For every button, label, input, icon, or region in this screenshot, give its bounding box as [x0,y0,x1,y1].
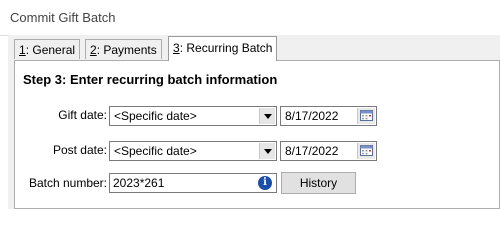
gift-date-select[interactable]: <Specific date> [109,106,277,126]
tab-recurring-batch[interactable]: 3: Recurring Batch [168,36,278,61]
post-date-select-value: <Specific date> [114,144,197,158]
step-heading: Step 3: Enter recurring batch informatio… [23,72,278,87]
calendar-icon[interactable] [357,108,375,124]
recurring-batch-panel: Step 3: Enter recurring batch informatio… [14,60,500,209]
tab-general[interactable]: 1: General [14,39,81,59]
tab-payments-accesskey: 2 [90,43,97,57]
info-icon[interactable]: i [258,176,272,190]
window-title: Commit Gift Batch [10,10,116,25]
history-button[interactable]: History [281,172,356,194]
tab-recurring-batch-label: : Recurring Batch [179,41,273,55]
tab-payments-label: : Payments [96,43,157,57]
gift-date-label: Gift date: [58,108,107,122]
post-date-value: 8/17/2022 [285,144,339,158]
chevron-down-icon[interactable] [259,108,275,124]
gift-date-field[interactable]: 8/17/2022 [280,106,377,126]
gift-date-select-value: <Specific date> [114,109,197,123]
calendar-icon[interactable] [357,143,375,159]
chevron-down-icon[interactable] [259,143,275,159]
batch-number-input[interactable] [113,176,253,190]
post-date-label: Post date: [52,143,107,157]
tab-general-label: : General [25,43,76,57]
batch-number-field[interactable]: i [109,173,277,193]
post-date-select[interactable]: <Specific date> [109,141,277,161]
tab-recurring-batch-accesskey: 3 [173,41,180,55]
batch-number-label: Batch number: [28,176,107,190]
post-date-field[interactable]: 8/17/2022 [280,141,377,161]
dialog-body: 1: General 2: Payments 3: Recurring Batc… [8,35,500,209]
tab-payments[interactable]: 2: Payments [85,39,162,59]
tab-general-accesskey: 1 [19,43,26,57]
title-bar: Commit Gift Batch [0,0,500,36]
gift-date-value: 8/17/2022 [285,109,339,123]
